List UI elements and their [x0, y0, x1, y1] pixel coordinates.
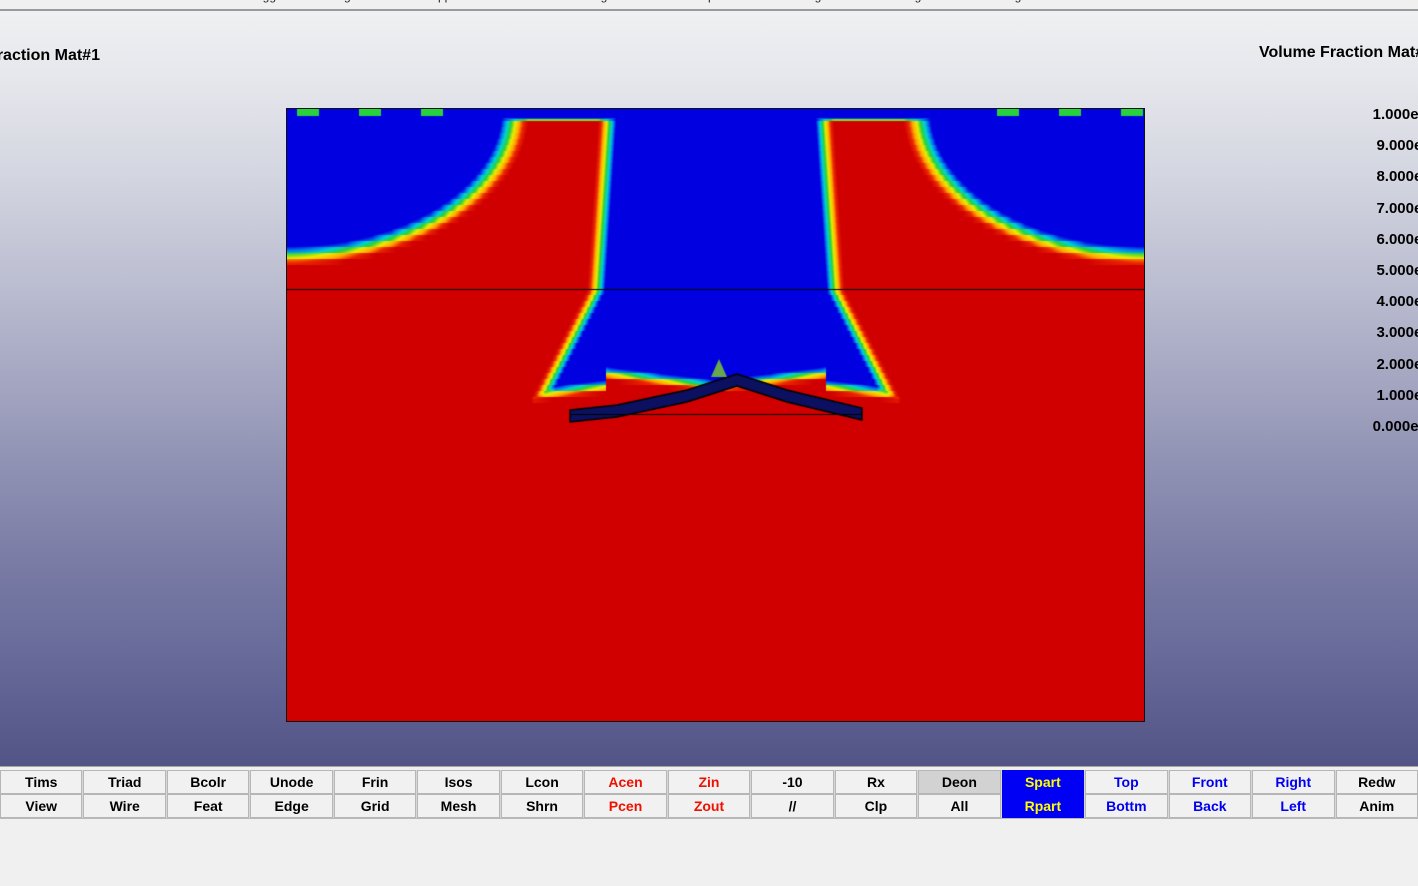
toolbar-button-zin[interactable]: Zin — [667, 770, 751, 794]
toolbar-column: Acen Pcen — [584, 770, 668, 818]
toolbar-button-wire[interactable]: Wire — [83, 794, 166, 818]
toolbar-button-clp[interactable]: Clp — [834, 794, 918, 818]
legend-tick: 9.000e-01 — [1376, 137, 1418, 155]
contour-plot[interactable] — [286, 108, 1145, 722]
toolbar-button-acen[interactable]: Acen — [584, 770, 667, 794]
toolbar-column: Rx Clp — [834, 770, 919, 818]
toolbar-button-rpart[interactable]: Rpart — [1001, 794, 1085, 818]
toolbar-button-back[interactable]: Back — [1168, 794, 1252, 818]
legend-tick: 1.000e+00 — [1372, 106, 1418, 123]
toolbar-column: -10// — [751, 770, 835, 818]
legend-tick: 5.000e-01 — [1376, 262, 1418, 279]
toolbar-column: Bcolr Feat — [166, 770, 251, 818]
legend-title: Volume Fraction Mat#1 — [1259, 44, 1418, 61]
toolbar-button-anim[interactable]: Anim — [1335, 794, 1418, 818]
menu-item-toggle[interactable]: Toggle — [250, 0, 285, 3]
menu-item-page2[interactable]: Page 2 — [900, 0, 938, 3]
lsprepost-window: File Misc. Toggle Bkground Applics Setti… — [0, 0, 1418, 886]
toolbar-button-grid[interactable]: Grid — [333, 794, 417, 818]
menu-item-file[interactable]: File — [6, 0, 25, 3]
legend-tick: 4.000e-01 — [1376, 293, 1418, 311]
toolbar-button-deon[interactable]: Deon — [918, 770, 1001, 794]
toolbar-column: Isos Mesh — [417, 770, 501, 818]
toolbar-button-bottm[interactable]: Bottm — [1085, 794, 1168, 818]
menu-item-settings[interactable]: Settings — [570, 0, 613, 3]
toolbar-column: Lcon Shrn — [500, 770, 585, 818]
toolbar-column: Tims View — [0, 770, 84, 818]
legend-tick: 8.000e-01 — [1376, 168, 1418, 186]
toolbar-column: Right Left — [1252, 770, 1336, 818]
menu-item-page1[interactable]: Page 1 — [800, 0, 838, 3]
plot-state-label: 1 — [0, 96, 100, 112]
toolbar-column: Frin Grid — [333, 770, 418, 818]
graphics-viewport[interactable]: Volume Fraction Mat#1 30 1 Volume Fracti… — [0, 11, 1418, 766]
toolbar-column: Front Back — [1168, 770, 1253, 818]
plot-title: Volume Fraction Mat#1 — [0, 47, 100, 64]
toolbar-column: Spart Rpart — [1001, 770, 1086, 818]
legend-tick: 1.000e-01 — [1376, 386, 1418, 404]
toolbar-button-lcon[interactable]: Lcon — [500, 770, 584, 794]
toolbar-button-rx[interactable]: Rx — [834, 770, 918, 794]
toolbar-button-zout[interactable]: Zout — [667, 794, 751, 818]
legend-tick: 0.000e+00 — [1372, 418, 1418, 435]
legend-tick: 3.000e-01 — [1376, 324, 1418, 342]
toolbar-button-shrn[interactable]: Shrn — [500, 794, 584, 818]
toolbar-button-10[interactable]: -10 — [751, 770, 834, 794]
legend-tick: 6.000e-01 — [1376, 230, 1418, 248]
toolbar-button-all[interactable]: All — [918, 794, 1001, 818]
menu-item-applics[interactable]: Applics — [430, 0, 469, 3]
toolbar-button-feat[interactable]: Feat — [166, 794, 250, 818]
toolbar-button-spart[interactable]: Spart — [1001, 770, 1085, 794]
toolbar-button-right[interactable]: Right — [1252, 770, 1335, 794]
toolbar-button-isos[interactable]: Isos — [417, 770, 500, 794]
toolbar-button-edge[interactable]: Edge — [250, 794, 333, 818]
toolbar-column: Top Bottm — [1085, 770, 1169, 818]
menu-item-help[interactable]: Help — [690, 0, 715, 3]
toolbar-button-redw[interactable]: Redw — [1335, 770, 1418, 794]
toolbar-button-pcen[interactable]: Pcen — [584, 794, 667, 818]
toolbar-button-[interactable]: // — [751, 794, 834, 818]
contour-canvas — [287, 109, 1144, 721]
toolbar-column: Redw Anim — [1335, 770, 1418, 818]
plot-title-block: Volume Fraction Mat#1 30 1 — [0, 48, 100, 112]
toolbar-button-top[interactable]: Top — [1085, 770, 1168, 794]
toolbar-column: Triad Wire — [83, 770, 167, 818]
legend-tick: 7.000e-01 — [1376, 199, 1418, 217]
legend-tick: 2.000e-01 — [1376, 355, 1418, 373]
toolbar-column: Unode Edge — [250, 770, 334, 818]
toolbar-button-left[interactable]: Left — [1252, 794, 1335, 818]
menu-item-bkground[interactable]: Bkground — [330, 0, 381, 3]
toolbar-button-view[interactable]: View — [0, 794, 83, 818]
toolbar-button-triad[interactable]: Triad — [83, 770, 166, 794]
view-toolbar[interactable]: Tims View Triad Wire Bcolr Feat Unode Edge Frin G… — [0, 770, 1418, 818]
menu-item-misc[interactable]: Misc. — [120, 0, 148, 3]
toolbar-button-mesh[interactable]: Mesh — [417, 794, 500, 818]
menu-item-page3[interactable]: Page 3 — [1000, 0, 1038, 3]
plot-subtitle: 30 — [0, 72, 100, 88]
toolbar-column: Deon All — [918, 770, 1002, 818]
toolbar-button-tims[interactable]: Tims — [0, 770, 83, 794]
animation-panel[interactable]: First 1 Last 102 Inc 1 Loop 6 SF 1.0 No.… — [0, 818, 1418, 886]
menu-bar[interactable]: File Misc. Toggle Bkground Applics Setti… — [0, 0, 1418, 9]
toolbar-button-unode[interactable]: Unode — [250, 770, 333, 794]
toolbar-button-frin[interactable]: Frin — [333, 770, 417, 794]
toolbar-button-front[interactable]: Front — [1168, 770, 1252, 794]
toolbar-column: Zin Zout — [667, 770, 752, 818]
toolbar-button-bcolr[interactable]: Bcolr — [166, 770, 250, 794]
